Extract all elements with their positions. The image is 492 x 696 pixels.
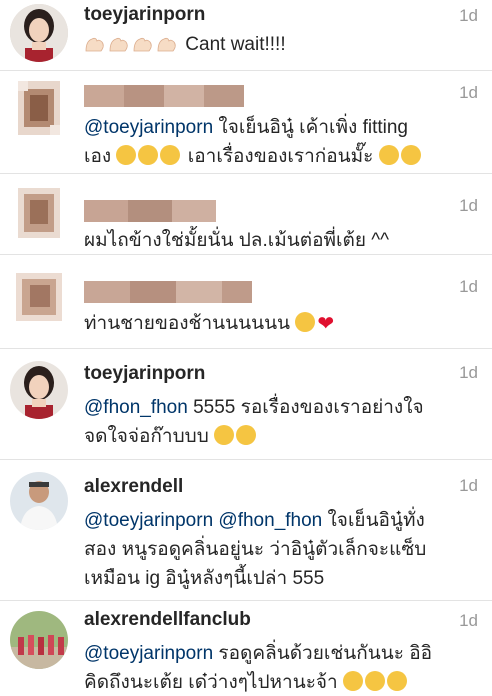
flexed-biceps-emoji-icon — [108, 33, 130, 52]
comment-body: คิดถึงนะเต้ย เด๋ว่างๆไปหานะจ้า — [84, 672, 344, 693]
pixelated-avatar-icon — [16, 273, 62, 321]
comment-timestamp: 1d — [459, 277, 478, 296]
comment-username[interactable]: alexrendellfanclub — [84, 609, 251, 631]
kiss-emoji-icon — [365, 671, 386, 691]
flexed-biceps-emoji-icon — [132, 33, 154, 52]
comment-item: toeyjarinporn 1d @fhon_fhon 5555 รอเรื่อ… — [0, 349, 492, 459]
comment-item: alexrendellfanclub 1d @toeyjarinporn รอด… — [0, 601, 492, 696]
comment-timestamp: 1d — [459, 476, 478, 495]
grinning-emoji-icon — [295, 312, 316, 332]
mention-link[interactable]: @fhon_fhon — [218, 510, 322, 531]
winking-tongue-emoji-icon — [214, 425, 235, 445]
winking-tongue-emoji-icon — [116, 145, 137, 165]
kiss-emoji-icon — [160, 145, 181, 165]
comment-body: สอง หนูรอดูคลิ่นอยู่นะ ว่าอินู๋ตัวเล็กจะ… — [84, 539, 427, 560]
comment-item: 1d @toeyjarinporn ใจเย็นอินู๋ เค้าเพิ่ง … — [0, 71, 492, 173]
comment-timestamp: 1d — [459, 83, 478, 102]
user-photo-icon — [10, 4, 68, 62]
mention-link[interactable]: @toeyjarinporn — [84, 510, 213, 531]
flexed-biceps-emoji-icon — [84, 33, 106, 52]
comment-body: จดใจจ่อก๊าบบบ — [84, 426, 215, 447]
comment-body: เอง — [84, 146, 117, 167]
comment-body: เอาเรื่องของเราก่อนมั๊ะ — [182, 146, 379, 167]
comment-item: alexrendell 1d @toeyjarinporn @fhon_fhon… — [0, 460, 492, 600]
comment-body: Cant wait!!!! — [185, 34, 286, 55]
kiss-emoji-icon — [343, 671, 364, 691]
pixelated-avatar-icon — [18, 81, 60, 135]
flexed-biceps-emoji-icon — [156, 33, 178, 52]
comment-text: ท่านชายของช้านนนนนน ❤ — [84, 309, 480, 339]
avatar[interactable] — [10, 184, 68, 242]
comment-body: เหมือน ig อินู๋หลังๆนี้เปล่า 555 — [84, 568, 325, 589]
avatar[interactable] — [10, 472, 68, 530]
comment-timestamp: 1d — [459, 196, 478, 215]
tears-of-joy-emoji-icon — [378, 145, 399, 165]
comment-item: 1d ท่านชายของช้านนนนนน ❤ — [0, 255, 492, 348]
comment-item: 1d ผมไถข้างใช่มั้ยนั่น ปล.เม้นต่อพี่เต้ย… — [0, 174, 492, 254]
comment-body: ใจเย็นอินู๋ทั่ง — [322, 510, 425, 531]
blurred-username — [84, 85, 244, 107]
comment-body: ใจเย็นอินู๋ เค้าเพิ่ง fitting — [213, 117, 408, 138]
comment-username[interactable]: toeyjarinporn — [84, 4, 205, 26]
comment-text: @toeyjarinporn @fhon_fhon ใจเย็นอินู๋ทั่… — [84, 506, 480, 593]
comment-body: ท่านชายของช้านนนนนน — [84, 313, 296, 334]
mention-link[interactable]: @toeyjarinporn — [84, 117, 213, 138]
comment-text: @toeyjarinporn รอดูคลิ่นด้วยเช่นกันนะ อิ… — [84, 639, 480, 696]
pixelated-avatar-icon — [18, 188, 60, 238]
comment-username[interactable]: toeyjarinporn — [84, 363, 205, 385]
comment-text: @fhon_fhon 5555 รอเรื่องของเราอย่างใจ จด… — [84, 393, 480, 451]
winking-tongue-emoji-icon — [236, 425, 257, 445]
blurred-username — [84, 281, 252, 303]
user-photo-icon — [10, 472, 68, 530]
comment-text: ผมไถข้างใช่มั้ยนั่น ปล.เม้นต่อพี่เต้ย ^^ — [84, 226, 480, 255]
comment-text: Cant wait!!!! — [84, 30, 480, 59]
avatar[interactable] — [10, 267, 68, 325]
comment-timestamp: 1d — [459, 6, 478, 25]
comment-body: ผมไถข้างใช่มั้ยนั่น ปล.เม้นต่อพี่เต้ย ^^ — [84, 230, 390, 251]
mention-link[interactable]: @toeyjarinporn — [84, 643, 213, 664]
comment-text: @toeyjarinporn ใจเย็นอินู๋ เค้าเพิ่ง fit… — [84, 113, 480, 171]
blurred-username — [84, 200, 216, 222]
comment-timestamp: 1d — [459, 611, 478, 630]
comment-item: toeyjarinporn 1d Cant wait!!!! — [0, 0, 492, 70]
tears-of-joy-emoji-icon — [400, 145, 421, 165]
fanclub-photo-icon — [10, 611, 68, 669]
kiss-emoji-icon — [387, 671, 408, 691]
mention-link[interactable]: @fhon_fhon — [84, 397, 188, 418]
comment-timestamp: 1d — [459, 363, 478, 382]
comment-username[interactable]: alexrendell — [84, 476, 183, 498]
avatar[interactable] — [10, 79, 68, 137]
avatar[interactable] — [10, 611, 68, 669]
avatar[interactable] — [10, 361, 68, 419]
avatar[interactable] — [10, 4, 68, 62]
comment-body: 5555 รอเรื่องของเราอย่างใจ — [187, 397, 424, 418]
comment-body: รอดูคลิ่นด้วยเช่นกันนะ อิอิ — [213, 643, 433, 664]
kiss-emoji-icon — [138, 145, 159, 165]
user-photo-icon — [10, 361, 68, 419]
red-heart-emoji-icon: ❤ — [317, 313, 335, 335]
